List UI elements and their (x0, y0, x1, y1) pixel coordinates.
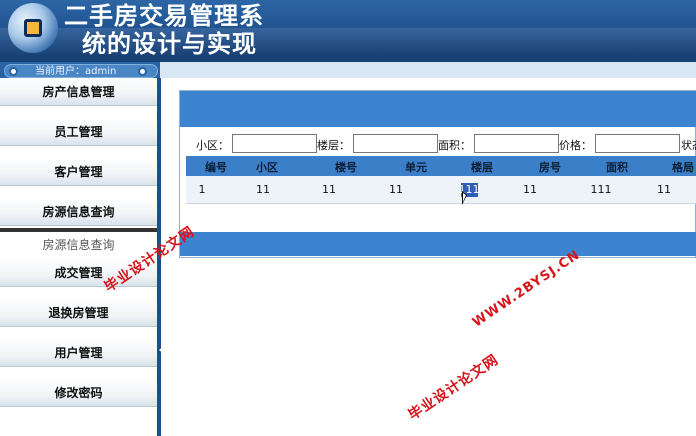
column-header-community: 小区 (256, 161, 278, 174)
sidebar-item-listing-query[interactable]: 房源信息查询 (0, 198, 157, 226)
status-label: 状态 (681, 139, 696, 152)
area-label: 面积： (438, 139, 471, 152)
column-header-layout: 格局 (672, 161, 694, 174)
user-strip: 当前用户：admin (0, 62, 160, 78)
floor-input[interactable] (353, 134, 438, 153)
table-header-row: 编号 小区 楼号 单元 楼层 房号 面积 格局 (186, 156, 696, 176)
sidebar-subitem-listing-query[interactable]: 房源信息查询 (0, 232, 157, 258)
price-label: 价格： (559, 139, 592, 152)
sidebar-item-users[interactable]: 用户管理 (0, 339, 157, 367)
current-user-text: 当前用户：admin (35, 66, 117, 77)
logo-mark (24, 19, 42, 37)
app-logo-icon (8, 3, 58, 53)
query-panel-header (180, 91, 696, 127)
app-title-line1: 二手房交易管理系 (64, 1, 264, 30)
community-label: 小区： (196, 139, 229, 152)
sidebar-item-returns[interactable]: 退换房管理 (0, 299, 157, 327)
query-panel-footer (180, 232, 696, 256)
column-header-area: 面积 (606, 161, 628, 174)
column-header-room: 房号 (539, 161, 561, 174)
sidebar-item-property-info[interactable]: 房产信息管理 (0, 78, 157, 106)
user-pill-right-dot-icon (138, 67, 147, 76)
sidebar-item-customers[interactable]: 客户管理 (0, 158, 157, 186)
floor-label: 楼层： (317, 139, 350, 152)
table-cell-layout: 11 (657, 183, 671, 196)
community-input[interactable] (232, 134, 317, 153)
price-input[interactable] (595, 134, 680, 153)
search-form: 小区： 楼层： 面积： 价格： 状态 (180, 132, 696, 154)
app-header: 二手房交易管理系 统的设计与实现 (0, 0, 696, 62)
app-title-line2: 统的设计与实现 (82, 29, 257, 58)
area-input[interactable] (474, 134, 559, 153)
table-cell-floor: 111 (458, 183, 480, 196)
sidebar-item-change-password[interactable]: 修改密码 (0, 379, 157, 407)
app-window: 二手房交易管理系 统的设计与实现 当前用户：admin 房产信息管理 员工管理 … (0, 0, 696, 436)
user-pill-left-dot-icon (9, 67, 18, 76)
app-title: 二手房交易管理系 统的设计与实现 (64, 2, 264, 58)
table-row-overlay: 111 11 111 11 (186, 176, 696, 204)
table-cell-area: 111 (590, 183, 612, 196)
sidebar-item-staff[interactable]: 员工管理 (0, 118, 157, 146)
top-bar-right (160, 62, 696, 78)
column-header-floor: 楼层 (471, 161, 493, 174)
current-user-pill: 当前用户：admin (4, 64, 158, 78)
column-header-unit: 单元 (405, 161, 427, 174)
column-header-building: 楼号 (335, 161, 357, 174)
table-cell-room: 11 (523, 183, 537, 196)
mouse-cursor-fill (463, 193, 466, 202)
